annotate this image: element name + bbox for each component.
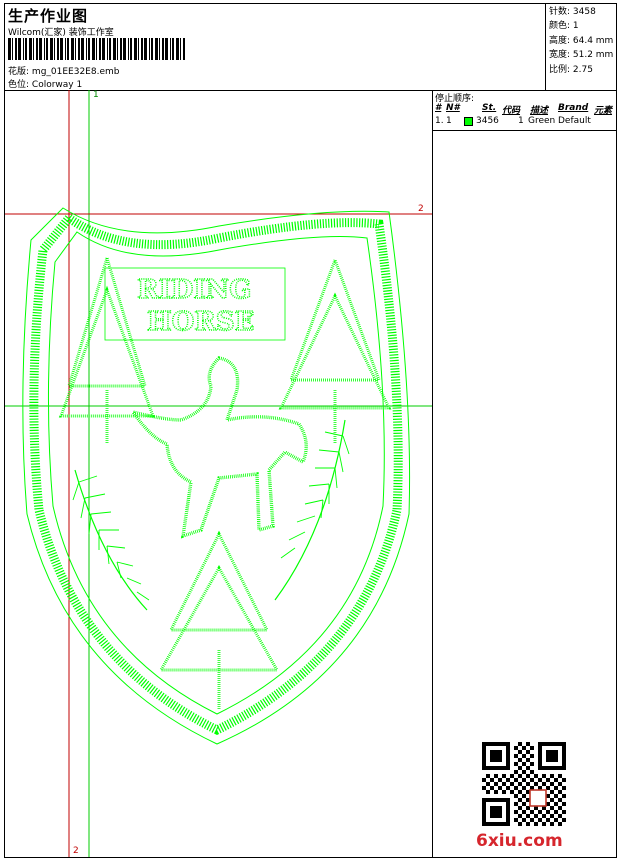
- qr-code: [482, 742, 566, 826]
- col-description: 描述: [530, 106, 549, 116]
- stop-sequence-panel: 停止顺序: # N# St. 代码 描述 Brand 元素 1. 1 3456 …: [432, 90, 616, 857]
- design-filename: mg_01EE32E8.emb: [31, 67, 120, 77]
- col-index: #: [435, 103, 442, 113]
- watermark-text: 6xiu.com: [476, 831, 563, 851]
- col-code: 代码: [502, 106, 521, 116]
- table-row: 1. 1 3456 1 Green Default: [432, 116, 616, 128]
- tree-right: [278, 255, 392, 444]
- color-swatch: [464, 117, 473, 126]
- embroidery-preview: RIDING HORSE: [5, 90, 432, 857]
- row-index: 1.: [435, 116, 444, 126]
- embroidery-lettering-bottom: HORSE: [147, 307, 254, 337]
- row-code: 1: [518, 116, 524, 126]
- col-element: 元素: [594, 106, 613, 116]
- guide-label-red-horizontal: 2: [418, 204, 424, 214]
- design-stats: 针数: 3458 颜色: 1 高度: 64.4 mm 宽度: 51.2 mm 比…: [545, 4, 616, 90]
- horse-figure: [129, 356, 308, 539]
- laurel-right: [274, 419, 350, 601]
- guide-label-red-vertical: 2: [73, 846, 79, 856]
- embroidery-lettering-top: RIDING: [137, 275, 251, 305]
- design-canvas: RIDING HORSE 1 2 2: [5, 90, 433, 857]
- guide-label-green-vertical: 1: [93, 90, 99, 100]
- col-stitches: St.: [482, 103, 497, 113]
- tree-bottom: [158, 530, 280, 710]
- stop-sequence-header: # N# St. 代码 描述 Brand 元素: [432, 103, 616, 116]
- row-description: Green: [528, 116, 556, 126]
- worksheet-header: 生产作业图 Wilcom(汇家) 装饰工作室 花版: mg_01EE32E8.e…: [5, 4, 616, 91]
- design-label: 花版:: [8, 67, 30, 77]
- stat-scale: 比例: 2.75: [549, 64, 593, 75]
- embroidery-design: RIDING HORSE: [22, 207, 411, 745]
- row-brand: Default: [558, 116, 591, 126]
- page-title: 生产作业图: [8, 7, 89, 25]
- stat-stitches: 针数: 3458: [549, 7, 596, 17]
- design-line: 花版: mg_01EE32E8.emb: [8, 64, 119, 77]
- stat-width: 宽度: 51.2 mm: [549, 50, 614, 61]
- col-needle: N#: [446, 103, 460, 113]
- laurel-left: [72, 469, 150, 611]
- panel-divider: [432, 130, 616, 131]
- col-brand: Brand: [558, 103, 589, 113]
- worksheet-frame: 生产作业图 Wilcom(汇家) 装饰工作室 花版: mg_01EE32E8.e…: [4, 3, 617, 858]
- stat-height: 高度: 64.4 mm: [549, 35, 614, 46]
- row-needle: 1: [446, 116, 452, 126]
- colorway-value: Colorway 1: [31, 80, 83, 90]
- stat-colors: 颜色: 1: [549, 21, 579, 32]
- company-name: Wilcom(汇家) 装饰工作室: [8, 28, 114, 38]
- row-stitches: 3456: [476, 116, 499, 126]
- colorway-line: 色位: Colorway 1: [8, 77, 82, 90]
- colorway-label: 色位:: [8, 80, 30, 90]
- barcode: [8, 38, 185, 60]
